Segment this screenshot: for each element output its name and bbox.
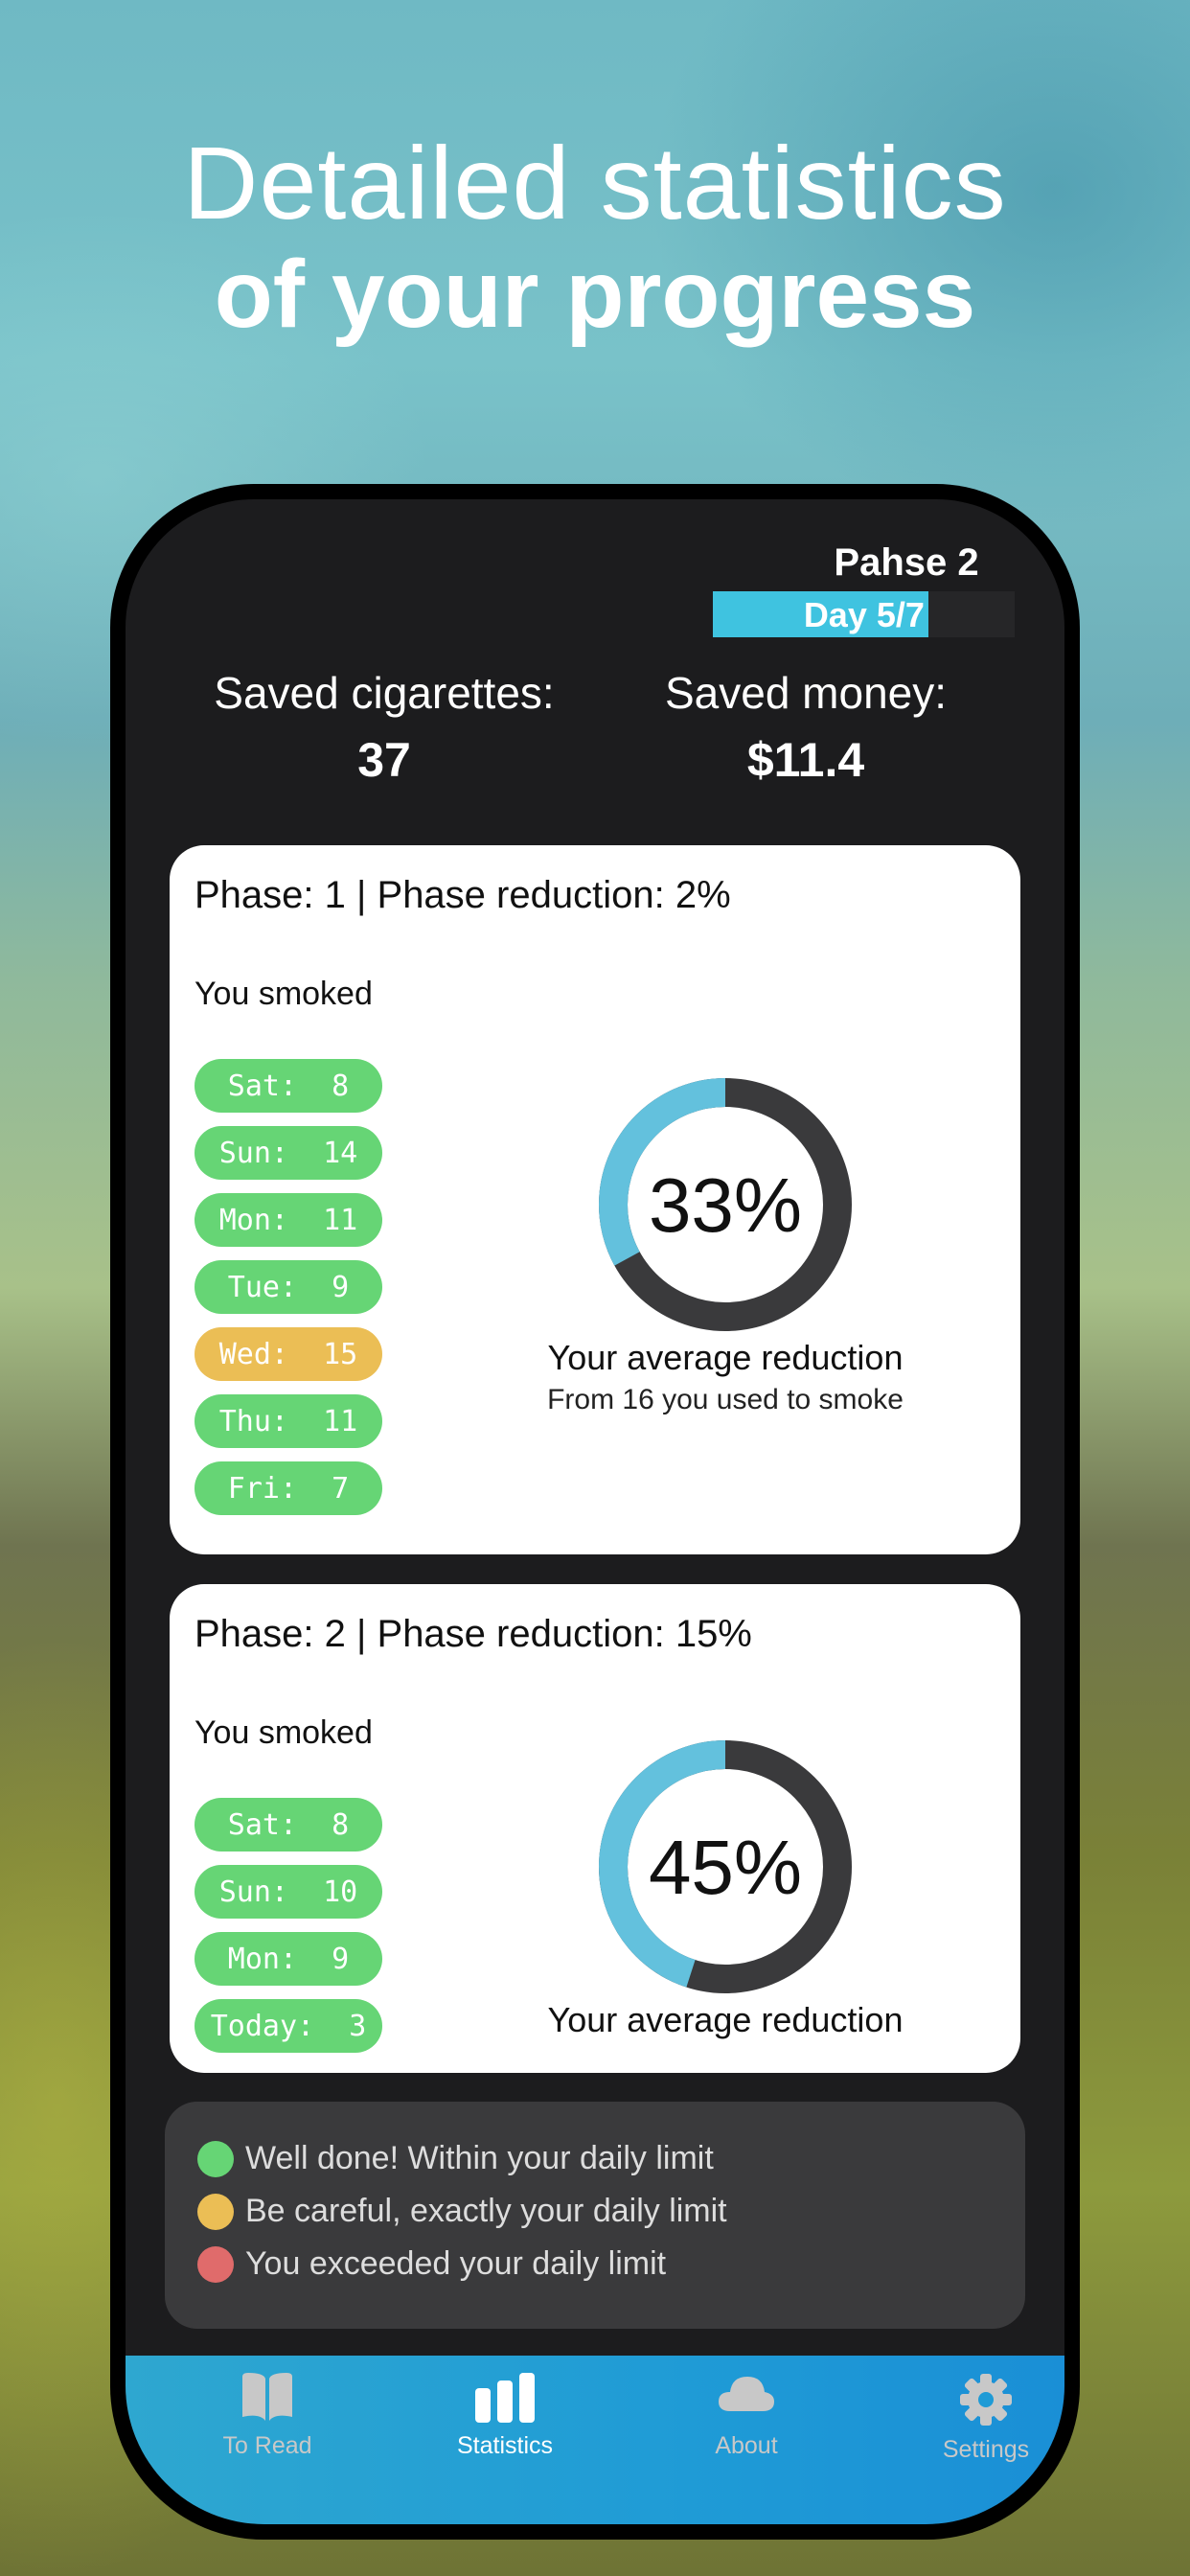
headline-line-1: Detailed statistics bbox=[183, 125, 1007, 241]
day-pill: Mon: 9 bbox=[195, 1932, 382, 1986]
current-phase-title: Pahse 2 bbox=[834, 541, 979, 584]
phase-card-2: Phase: 2 | Phase reduction: 15% You smok… bbox=[170, 1584, 1020, 2073]
tab-label: Statistics bbox=[456, 2432, 554, 2459]
donut-caption: Your average reduction bbox=[547, 2000, 904, 2039]
day-pill: Sat: 8 bbox=[195, 1059, 382, 1113]
day-pill: Mon: 11 bbox=[195, 1193, 382, 1247]
day-pill: Sun: 10 bbox=[195, 1865, 382, 1919]
day-pill: Wed: 15 bbox=[195, 1327, 382, 1381]
saved-money-label: Saved money: bbox=[664, 668, 948, 718]
donut-subcaption: From 16 you used to smoke bbox=[547, 1384, 904, 1415]
tab-settings[interactable]: Settings bbox=[890, 2373, 1064, 2464]
day-pill: Fri: 7 bbox=[195, 1461, 382, 1515]
gear-icon bbox=[960, 2374, 1012, 2426]
donut-chart: 33% bbox=[599, 1078, 852, 1331]
cloud-icon bbox=[719, 2377, 774, 2411]
red-dot-icon bbox=[197, 2245, 234, 2283]
phase-card-1: Phase: 1 | Phase reduction: 2% You smoke… bbox=[170, 845, 1020, 1554]
legend-item-exceeded: You exceeded your daily limit bbox=[197, 2245, 666, 2283]
saved-cigarettes-value: 37 bbox=[357, 733, 411, 787]
tab-about[interactable]: About bbox=[651, 2373, 842, 2460]
you-smoked-label: You smoked bbox=[195, 1714, 373, 1751]
status-legend: Well done! Within your daily limit Be ca… bbox=[165, 2102, 1025, 2329]
tab-label: To Read bbox=[222, 2432, 312, 2459]
tab-to-read[interactable]: To Read bbox=[172, 2373, 363, 2460]
phone-frame: Pahse 2 Day 5/7 Saved cigarettes: 37 Sav… bbox=[110, 484, 1080, 2540]
reduction-donut: 45% Your average reduction bbox=[534, 1737, 917, 2040]
saved-money: Saved money: $11.4 bbox=[605, 667, 1007, 788]
donut-chart: 45% bbox=[599, 1740, 852, 1993]
day-progress-label: Day 5/7 bbox=[803, 595, 925, 634]
tab-statistics[interactable]: Statistics bbox=[409, 2373, 601, 2460]
tab-label: Settings bbox=[942, 2436, 1030, 2463]
legend-text: Be careful, exactly your daily limit bbox=[245, 2193, 727, 2229]
bar-chart-icon bbox=[475, 2373, 535, 2423]
phase-card-title: Phase: 1 | Phase reduction: 2% bbox=[195, 874, 731, 916]
phase-card-title: Phase: 2 | Phase reduction: 15% bbox=[195, 1613, 752, 1655]
legend-item-within: Well done! Within your daily limit bbox=[197, 2140, 714, 2177]
legend-text: Well done! Within your daily limit bbox=[245, 2140, 714, 2176]
day-pill: Thu: 11 bbox=[195, 1394, 382, 1448]
saved-money-value: $11.4 bbox=[746, 733, 865, 787]
donut-percent: 33% bbox=[649, 1162, 802, 1248]
donut-caption: Your average reduction bbox=[547, 1338, 904, 1377]
you-smoked-label: You smoked bbox=[195, 976, 373, 1012]
day-pill-list: Sat: 8 Sun: 10 Mon: 9 Today: 3 bbox=[195, 1798, 382, 2066]
day-progress-bar: Day 5/7 bbox=[713, 591, 1015, 637]
legend-text: You exceeded your daily limit bbox=[245, 2245, 667, 2282]
saved-cigarettes-label: Saved cigarettes: bbox=[214, 668, 555, 718]
day-pill: Sun: 14 bbox=[195, 1126, 382, 1180]
green-dot-icon bbox=[197, 2140, 234, 2177]
yellow-dot-icon bbox=[197, 2193, 234, 2230]
tab-label: About bbox=[715, 2432, 778, 2459]
day-pill: Today: 3 bbox=[195, 1999, 382, 2053]
donut-percent: 45% bbox=[649, 1825, 802, 1910]
reduction-donut: 33% Your average reduction From 16 you u… bbox=[534, 1075, 917, 1416]
saved-cigarettes: Saved cigarettes: 37 bbox=[183, 667, 585, 788]
book-icon bbox=[242, 2373, 292, 2421]
day-pill: Tue: 9 bbox=[195, 1260, 382, 1314]
legend-item-exact: Be careful, exactly your daily limit bbox=[197, 2193, 727, 2230]
day-progress-fill: Day 5/7 bbox=[713, 591, 928, 637]
day-pill-list: Sat: 8 Sun: 14 Mon: 11 Tue: 9 Wed: 15 Thu: 11… bbox=[195, 1059, 382, 1529]
day-pill: Sat: 8 bbox=[195, 1798, 382, 1852]
app-screen: Pahse 2 Day 5/7 Saved cigarettes: 37 Sav… bbox=[126, 499, 1064, 2524]
tab-bar: To Read Statistics About Settings bbox=[126, 2356, 1064, 2524]
headline-line-2: of your progress bbox=[214, 241, 976, 348]
